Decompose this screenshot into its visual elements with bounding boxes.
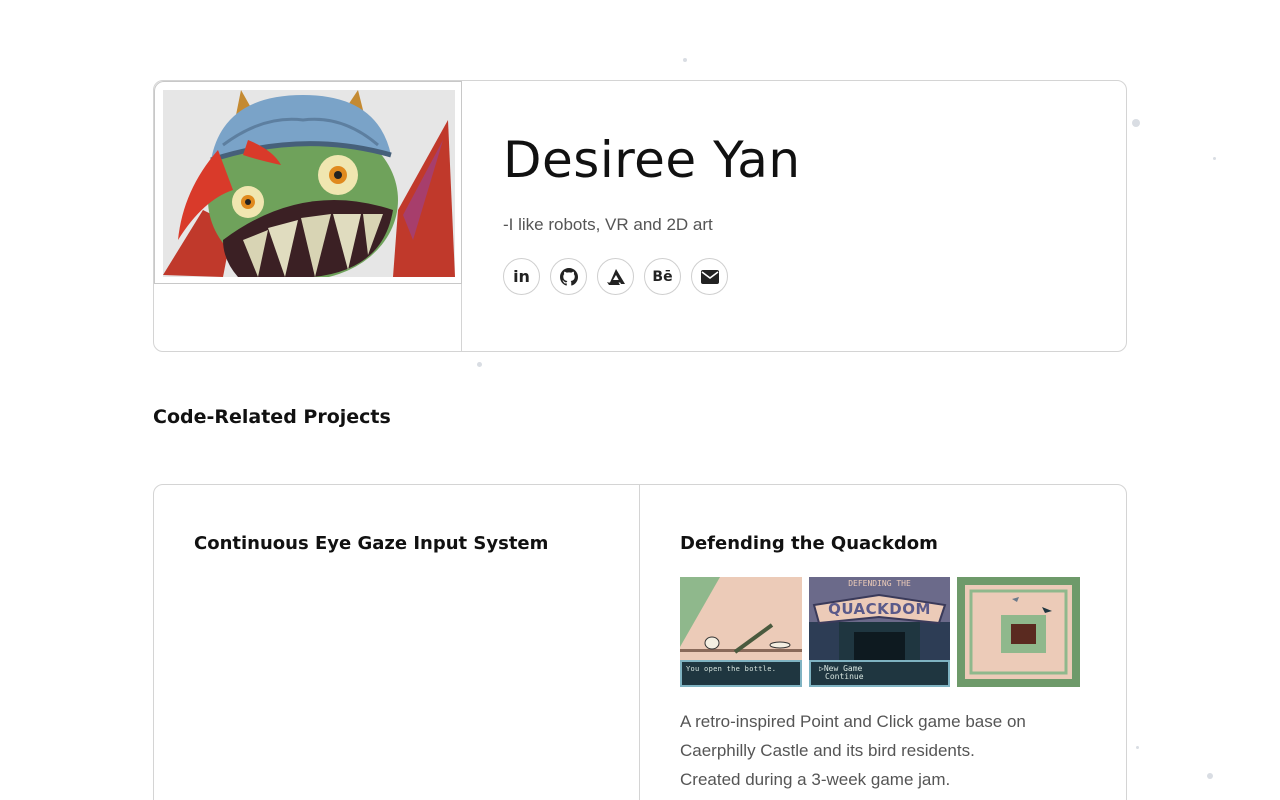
linkedin-icon: in [513,267,530,286]
project-title: Defending the Quackdom [680,533,938,554]
background-dot [1136,746,1139,749]
project-description-line: Caerphilly Castle and its bird residents… [680,741,975,760]
background-dot [1207,773,1213,779]
project-description-line: A retro-inspired Point and Click game ba… [680,712,1026,731]
linkedin-button[interactable]: in [503,258,540,295]
github-icon [559,267,578,286]
background-dot [1213,157,1216,160]
background-dot [477,362,482,367]
project-description-line: Created during a 3-week game jam. [680,770,951,789]
project-thumbnail[interactable]: DEFENDING THE QUACKDOM ▷New Game Continu… [809,577,950,687]
screenshot-castle-map [957,577,1080,687]
email-icon [700,269,719,284]
email-button[interactable] [691,258,728,295]
project-title: Continuous Eye Gaze Input System [194,533,549,554]
project-card[interactable]: Defending the Quackdom You open the bott… [640,485,1126,800]
section-title-code-projects: Code-Related Projects [153,406,391,428]
project-description: A retro-inspired Point and Click game ba… [680,707,1100,794]
project-thumbnail[interactable]: You open the bottle. [680,577,802,687]
project-thumbnail[interactable] [957,577,1080,687]
background-dot [1132,119,1140,127]
behance-button[interactable]: Bē [644,258,681,295]
artstation-button[interactable] [597,258,634,295]
profile-tagline: -I like robots, VR and 2D art [503,215,713,234]
behance-icon: Bē [652,268,673,285]
profile-card: Desiree Yan -I like robots, VR and 2D ar… [153,80,1127,352]
avatar-frame [154,81,462,284]
game-title-main: QUACKDOM [828,600,931,618]
github-button[interactable] [550,258,587,295]
background-dot [683,58,687,62]
project-card[interactable]: Continuous Eye Gaze Input System [154,485,640,800]
profile-info: Desiree Yan -I like robots, VR and 2D ar… [503,129,801,295]
projects-grid: Continuous Eye Gaze Input System Defendi… [153,484,1127,800]
profile-name: Desiree Yan [503,131,801,189]
avatar [163,90,455,277]
project-thumbnails: You open the bottle. DEFENDING THE QUACK… [680,577,1080,687]
avatar-column [154,81,462,351]
game-title-top: DEFENDING THE [848,579,911,588]
artstation-icon [606,268,625,285]
dialog-text: You open the bottle. [686,665,777,673]
menu-continue: Continue [825,672,864,681]
goblin-avatar-illustration [163,90,455,277]
social-links: in Bē [503,258,801,295]
